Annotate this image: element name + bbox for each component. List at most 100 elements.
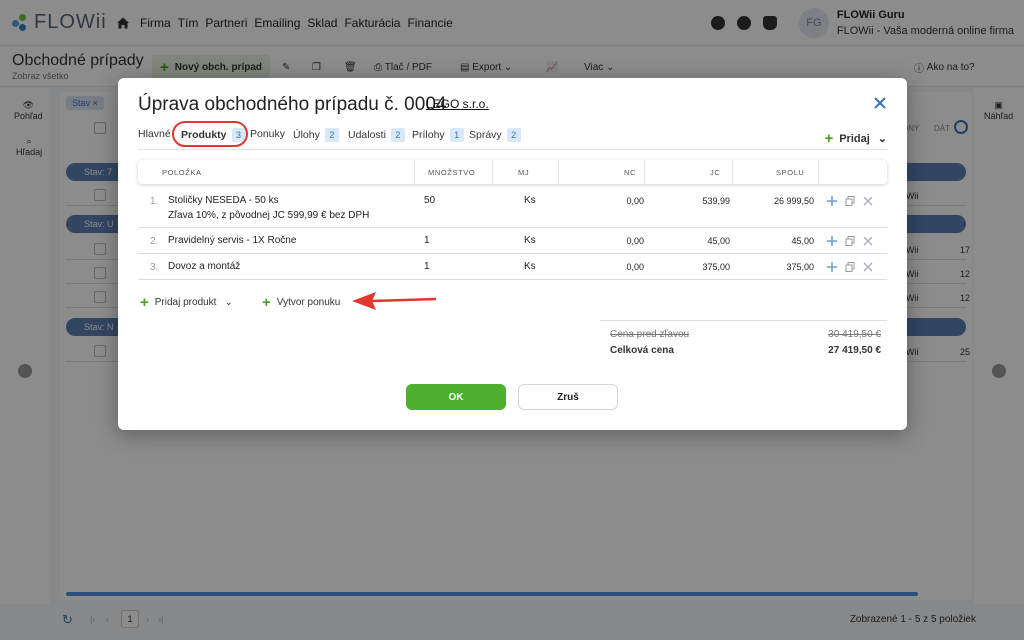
filter-chip[interactable]: Stav × [66,96,104,110]
home-icon[interactable] [116,16,130,30]
ok-button[interactable]: OK [406,384,506,410]
item-nc[interactable]: 0,00 [626,236,644,246]
view-button[interactable]: 👁 Pohľad [14,100,43,121]
item-unit[interactable]: Ks [524,261,536,272]
move-icon[interactable] [827,236,837,246]
item-qty[interactable]: 1 [424,235,430,246]
last-page-icon[interactable]: ›| [158,614,163,624]
row-checkbox[interactable] [94,345,106,357]
next-arrow-icon[interactable] [992,364,1006,378]
tab-hlavne[interactable]: Hlavné [138,128,171,140]
trash-icon[interactable]: 🗑 [344,55,357,79]
copy-icon[interactable] [845,262,855,272]
item-note: Zľava 10%, z pôvodnej JC 599,99 € bez DP… [168,210,370,221]
item-unit[interactable]: Ks [524,235,536,246]
nav-fakturacia[interactable]: Fakturácia [344,16,400,30]
prev-page-icon[interactable]: ‹ [106,614,109,624]
table-row[interactable]: 1. Stoličky NESEDA - 50 ks Zľava 10%, z … [138,184,887,228]
item-jc[interactable]: 375,00 [702,262,730,272]
cancel-button[interactable]: Zruš [518,384,618,410]
tab-label: Hlavné [138,128,171,140]
company-link[interactable]: LEGO s.r.o. [426,97,489,111]
add-dropdown-button[interactable]: + Pridaj ⌄ [824,130,887,147]
delete-icon[interactable] [863,262,873,272]
close-icon[interactable]: × [93,98,98,108]
flowii-logo[interactable]: FLOWii [12,11,116,34]
help-link[interactable]: ⓘ Ako na to? [914,55,975,79]
item-total: 375,00 [786,262,814,272]
item-name[interactable]: Pravidelný servis - 1X Ročne [168,235,296,246]
first-page-icon[interactable]: |‹ [90,614,95,624]
close-icon[interactable] [873,96,887,110]
settings-gear-icon[interactable] [954,120,968,134]
page-subtitle[interactable]: Zobraz všetko [12,71,69,81]
tab-ulohy[interactable]: Úlohy 2 [293,128,339,142]
bell-icon[interactable] [762,16,777,30]
row-checkbox[interactable] [94,267,106,279]
row-checkbox[interactable] [94,291,106,303]
next-page-icon[interactable]: › [146,614,149,624]
preview-button[interactable]: ▣ Náhľad [984,100,1013,121]
item-jc[interactable]: 539,99 [702,196,730,206]
row-cell: Wii [906,293,919,303]
nav-sklad[interactable]: Sklad [307,16,337,30]
help-label: Ako na to? [926,61,975,73]
item-unit[interactable]: Ks [524,195,536,206]
print-button[interactable]: ⎙ Tlač / PDF [374,55,432,79]
nav-tim[interactable]: Tím [178,16,199,30]
edit-icon[interactable]: ✎ [282,55,290,79]
table-row[interactable]: 2. Pravidelný servis - 1X Ročne 1 Ks 0,0… [138,228,887,254]
nav-partneri[interactable]: Partneri [205,16,247,30]
more-label: Viac [584,61,604,73]
refresh-icon[interactable]: ↻ [62,612,73,628]
nav-firma[interactable]: Firma [140,16,171,30]
add-actions: + Pridaj produkt ⌄ + Vytvor ponuku [138,292,887,312]
tab-prilohy[interactable]: Prílohy 1 [412,128,464,142]
table-row[interactable]: 3. Dovoz a montáž 1 Ks 0,00 375,00 375,0… [138,254,887,280]
item-nc[interactable]: 0,00 [626,262,644,272]
help-icon[interactable] [710,16,725,30]
column-qty: MNOŽSTVO [428,168,476,177]
horizontal-scrollbar[interactable] [66,592,918,596]
avatar[interactable]: FG [798,8,829,38]
gear-icon[interactable] [736,16,751,30]
row-checkbox[interactable] [94,189,106,201]
item-jc[interactable]: 45,00 [707,236,730,246]
more-button[interactable]: Viac ⌄ [584,55,614,79]
copy-icon[interactable] [845,196,855,206]
nav-financie[interactable]: Financie [407,16,452,30]
item-qty[interactable]: 50 [424,195,435,206]
question-icon: ⓘ [914,63,927,75]
add-product-button[interactable]: + Pridaj produkt ⌄ [140,294,233,311]
item-name[interactable]: Dovoz a montáž [168,261,240,272]
copy-icon[interactable]: ❐ [312,55,321,79]
prev-arrow-icon[interactable] [18,364,32,378]
main-nav: Firma Tím Partneri Emailing Sklad Faktur… [140,16,460,30]
chart-icon[interactable]: 📈 [546,55,558,79]
move-icon[interactable] [827,196,837,206]
create-offer-button[interactable]: + Vytvor ponuku [262,294,340,311]
page-number[interactable]: 1 [121,610,139,628]
item-qty[interactable]: 1 [424,261,430,272]
nav-emailing[interactable]: Emailing [254,16,300,30]
item-nc[interactable]: 0,00 [626,196,644,206]
tab-udalosti[interactable]: Udalosti 2 [348,128,405,142]
item-name[interactable]: Stoličky NESEDA - 50 ks [168,195,279,206]
row-number: 1. [150,196,159,207]
export-button[interactable]: ▤ Export ⌄ [460,55,512,79]
row-checkbox[interactable] [94,243,106,255]
delete-icon[interactable] [863,236,873,246]
new-deal-button[interactable]: + Nový obch. prípad [152,55,270,79]
tab-ponuky[interactable]: Ponuky [250,128,285,140]
row-number: 2. [150,236,159,247]
select-all-checkbox[interactable] [94,122,106,134]
tab-spravy[interactable]: Správy 2 [469,128,521,142]
copy-icon[interactable] [845,236,855,246]
pager-summary: Zobrazené 1 - 5 z 5 položiek [849,614,976,625]
column-jc: JC [710,168,721,177]
total-price-label: Celková cena [610,345,674,356]
delete-icon[interactable] [863,196,873,206]
move-icon[interactable] [827,262,837,272]
tab-label: Ponuky [250,128,286,140]
search-button[interactable]: ⌕ Hľadaj [16,136,42,157]
